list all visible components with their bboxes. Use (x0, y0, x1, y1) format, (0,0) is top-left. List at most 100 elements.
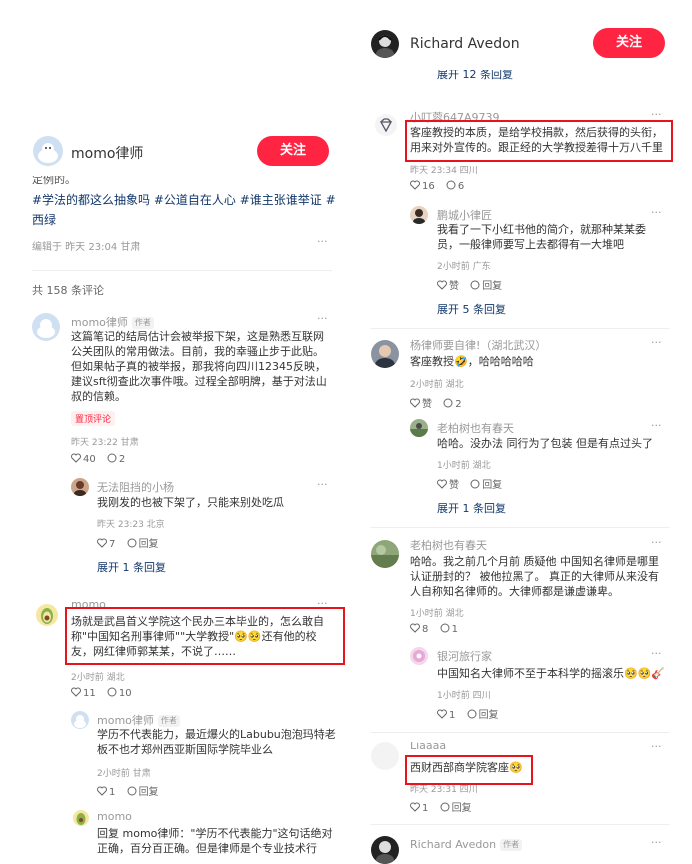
reply-meta: 1小时前 湖北 (437, 461, 491, 471)
comment-actions: 11 10 (71, 687, 132, 699)
reply-actions: 1 回复 (437, 706, 499, 721)
author-name[interactable]: momo律师 (71, 143, 143, 163)
author-name[interactable]: Richard Avedon (410, 36, 520, 52)
expand-replies-link[interactable]: 展开 1 条回复 (437, 500, 506, 516)
replier-name[interactable]: 无法阻挡的小杨 (97, 479, 174, 495)
heart-icon[interactable] (437, 280, 449, 292)
replier-name[interactable]: 老柏树也有春天 (437, 420, 514, 436)
replier-name[interactable]: momo (97, 810, 132, 823)
reply-more-icon[interactable]: ··· (317, 478, 328, 491)
commenter-name[interactable]: 老柏树也有春天 (410, 537, 487, 553)
pinned-badge: 置顶评论 (71, 411, 116, 426)
divider (371, 328, 669, 329)
heart-icon[interactable] (410, 398, 422, 410)
heart-icon[interactable] (97, 538, 109, 550)
comment-bubble-icon[interactable] (467, 709, 479, 721)
comment-more-icon[interactable]: ··· (317, 312, 328, 325)
heart-icon[interactable] (410, 802, 422, 814)
expand-replies-link[interactable]: 展开 1 条回复 (97, 559, 166, 575)
expand-replies-link[interactable]: 展开 5 条回复 (437, 301, 506, 317)
commenter-avatar[interactable] (371, 742, 399, 770)
comment-bubble-icon[interactable] (470, 479, 482, 491)
divider (371, 732, 669, 733)
right-note-panel: Richard Avedon 关注 展开 12 条回复 小叮蓉647A9739 … (357, 14, 679, 864)
heart-icon[interactable] (410, 623, 422, 635)
replier-avatar[interactable] (410, 419, 428, 437)
comment-actions: 1 回复 (410, 799, 472, 814)
post-hashtags[interactable]: #学法的都这么抽象吗 #公道自在人心 #谁主张谁举证 #西绿 (32, 190, 338, 230)
replier-name[interactable]: 鹏城小律匠 (437, 207, 492, 223)
comment-more-icon[interactable]: ··· (651, 536, 662, 549)
replier-avatar[interactable] (73, 810, 89, 826)
replier-avatar[interactable] (410, 206, 428, 224)
reply-actions: 赞 回复 (437, 476, 502, 491)
commenter-avatar[interactable] (371, 340, 399, 368)
commenter-avatar[interactable] (32, 313, 60, 341)
replier-avatar[interactable] (71, 711, 89, 729)
author-avatar[interactable] (371, 30, 399, 58)
comment-bubble-icon[interactable] (127, 786, 139, 798)
heart-icon[interactable] (71, 453, 83, 465)
comment-actions: 40 2 (71, 453, 125, 465)
expand-replies-link[interactable]: 展开 12 条回复 (437, 70, 513, 80)
comment-count: 共 158 条评论 (32, 284, 104, 297)
comment-more-icon[interactable]: ··· (651, 108, 662, 121)
comment-bubble-icon[interactable] (470, 280, 482, 292)
heart-icon[interactable] (437, 479, 449, 491)
reply-more-icon[interactable]: ··· (651, 647, 662, 660)
divider (371, 824, 669, 825)
heart-icon[interactable] (410, 180, 422, 192)
commenter-name[interactable]: momo律师 作者 (71, 314, 154, 330)
reply-meta: 2小时前 甘肃 (97, 769, 151, 779)
comment-more-icon[interactable]: ··· (651, 336, 662, 349)
replier-avatar[interactable] (71, 478, 89, 496)
commenter-name[interactable]: Richard Avedon 作者 (410, 838, 523, 851)
commenter-name[interactable]: 杨律师要自律!（湖北武汉） (410, 337, 546, 353)
heart-icon[interactable] (71, 687, 83, 699)
heart-icon[interactable] (437, 709, 449, 721)
comment-bubble-icon[interactable] (440, 802, 452, 814)
comment-bubble-icon[interactable] (127, 538, 139, 550)
commenter-name[interactable]: 小叮蓉647A9739 (410, 109, 500, 125)
comment-bubble-icon[interactable] (107, 687, 119, 699)
replier-name[interactable]: 银河旅行家 (437, 648, 492, 664)
reply-actions: 1 回复 (97, 783, 159, 798)
author-badge: 作者 (157, 715, 180, 727)
comment-meta: 1小时前 湖北 (410, 609, 464, 619)
comment-bubble-icon[interactable] (446, 180, 458, 192)
reply-more-icon[interactable]: ··· (651, 206, 662, 219)
commenter-name[interactable]: Liaaaa (410, 742, 446, 750)
replier-name[interactable]: momo律师 作者 (97, 712, 180, 728)
comment-actions: 8 1 (410, 623, 458, 635)
reply-meta: 昨天 23:23 北京 (97, 520, 165, 530)
author-badge: 作者 (500, 839, 523, 851)
post-more-icon[interactable]: ··· (317, 235, 328, 248)
comment-bubble-icon[interactable] (443, 398, 455, 410)
replier-avatar[interactable] (410, 647, 428, 665)
follow-button[interactable]: 关注 (593, 28, 665, 58)
comment-meta: 2小时前 湖北 (410, 380, 464, 390)
heart-icon[interactable] (97, 786, 109, 798)
author-badge: 作者 (131, 317, 154, 329)
comment-more-icon[interactable]: ··· (651, 740, 662, 753)
author-avatar[interactable] (33, 136, 63, 166)
comment-more-icon[interactable]: ··· (317, 597, 328, 610)
reply-more-icon[interactable]: ··· (651, 419, 662, 432)
comment-meta: 昨天 23:31 四川 (410, 785, 478, 795)
reply-meta: 1小时前 四川 (437, 691, 491, 701)
comment-bubble-icon[interactable] (107, 453, 119, 465)
commenter-avatar[interactable] (371, 540, 399, 568)
comment-text: 哈哈。我之前几个月前 质疑他 中国知名律师是哪里认证册封的？ 被他拉黑了。 真正… (410, 555, 659, 598)
comment-bubble-icon[interactable] (440, 623, 452, 635)
reply-actions: 7 回复 (97, 535, 159, 550)
follow-button[interactable]: 关注 (257, 136, 329, 166)
comment-more-icon[interactable]: ··· (651, 836, 662, 849)
commenter-avatar[interactable] (36, 604, 58, 626)
post-text-tail: 定例的。 (32, 176, 76, 185)
comment-text: 这篇笔记的结局估计会被举报下架，这是熟悉互联网公关团队的常用做法。目前，我的幸骚… (71, 330, 327, 403)
comment-actions: 赞 2 (410, 395, 462, 410)
reply-text: 回复 momo律师："学历不代表能力"这句话绝对正确，百分百正确。但是律师是个专… (97, 827, 333, 855)
commenter-avatar[interactable] (371, 836, 399, 864)
commenter-name[interactable]: momo (71, 598, 106, 611)
commenter-avatar[interactable] (375, 114, 397, 136)
